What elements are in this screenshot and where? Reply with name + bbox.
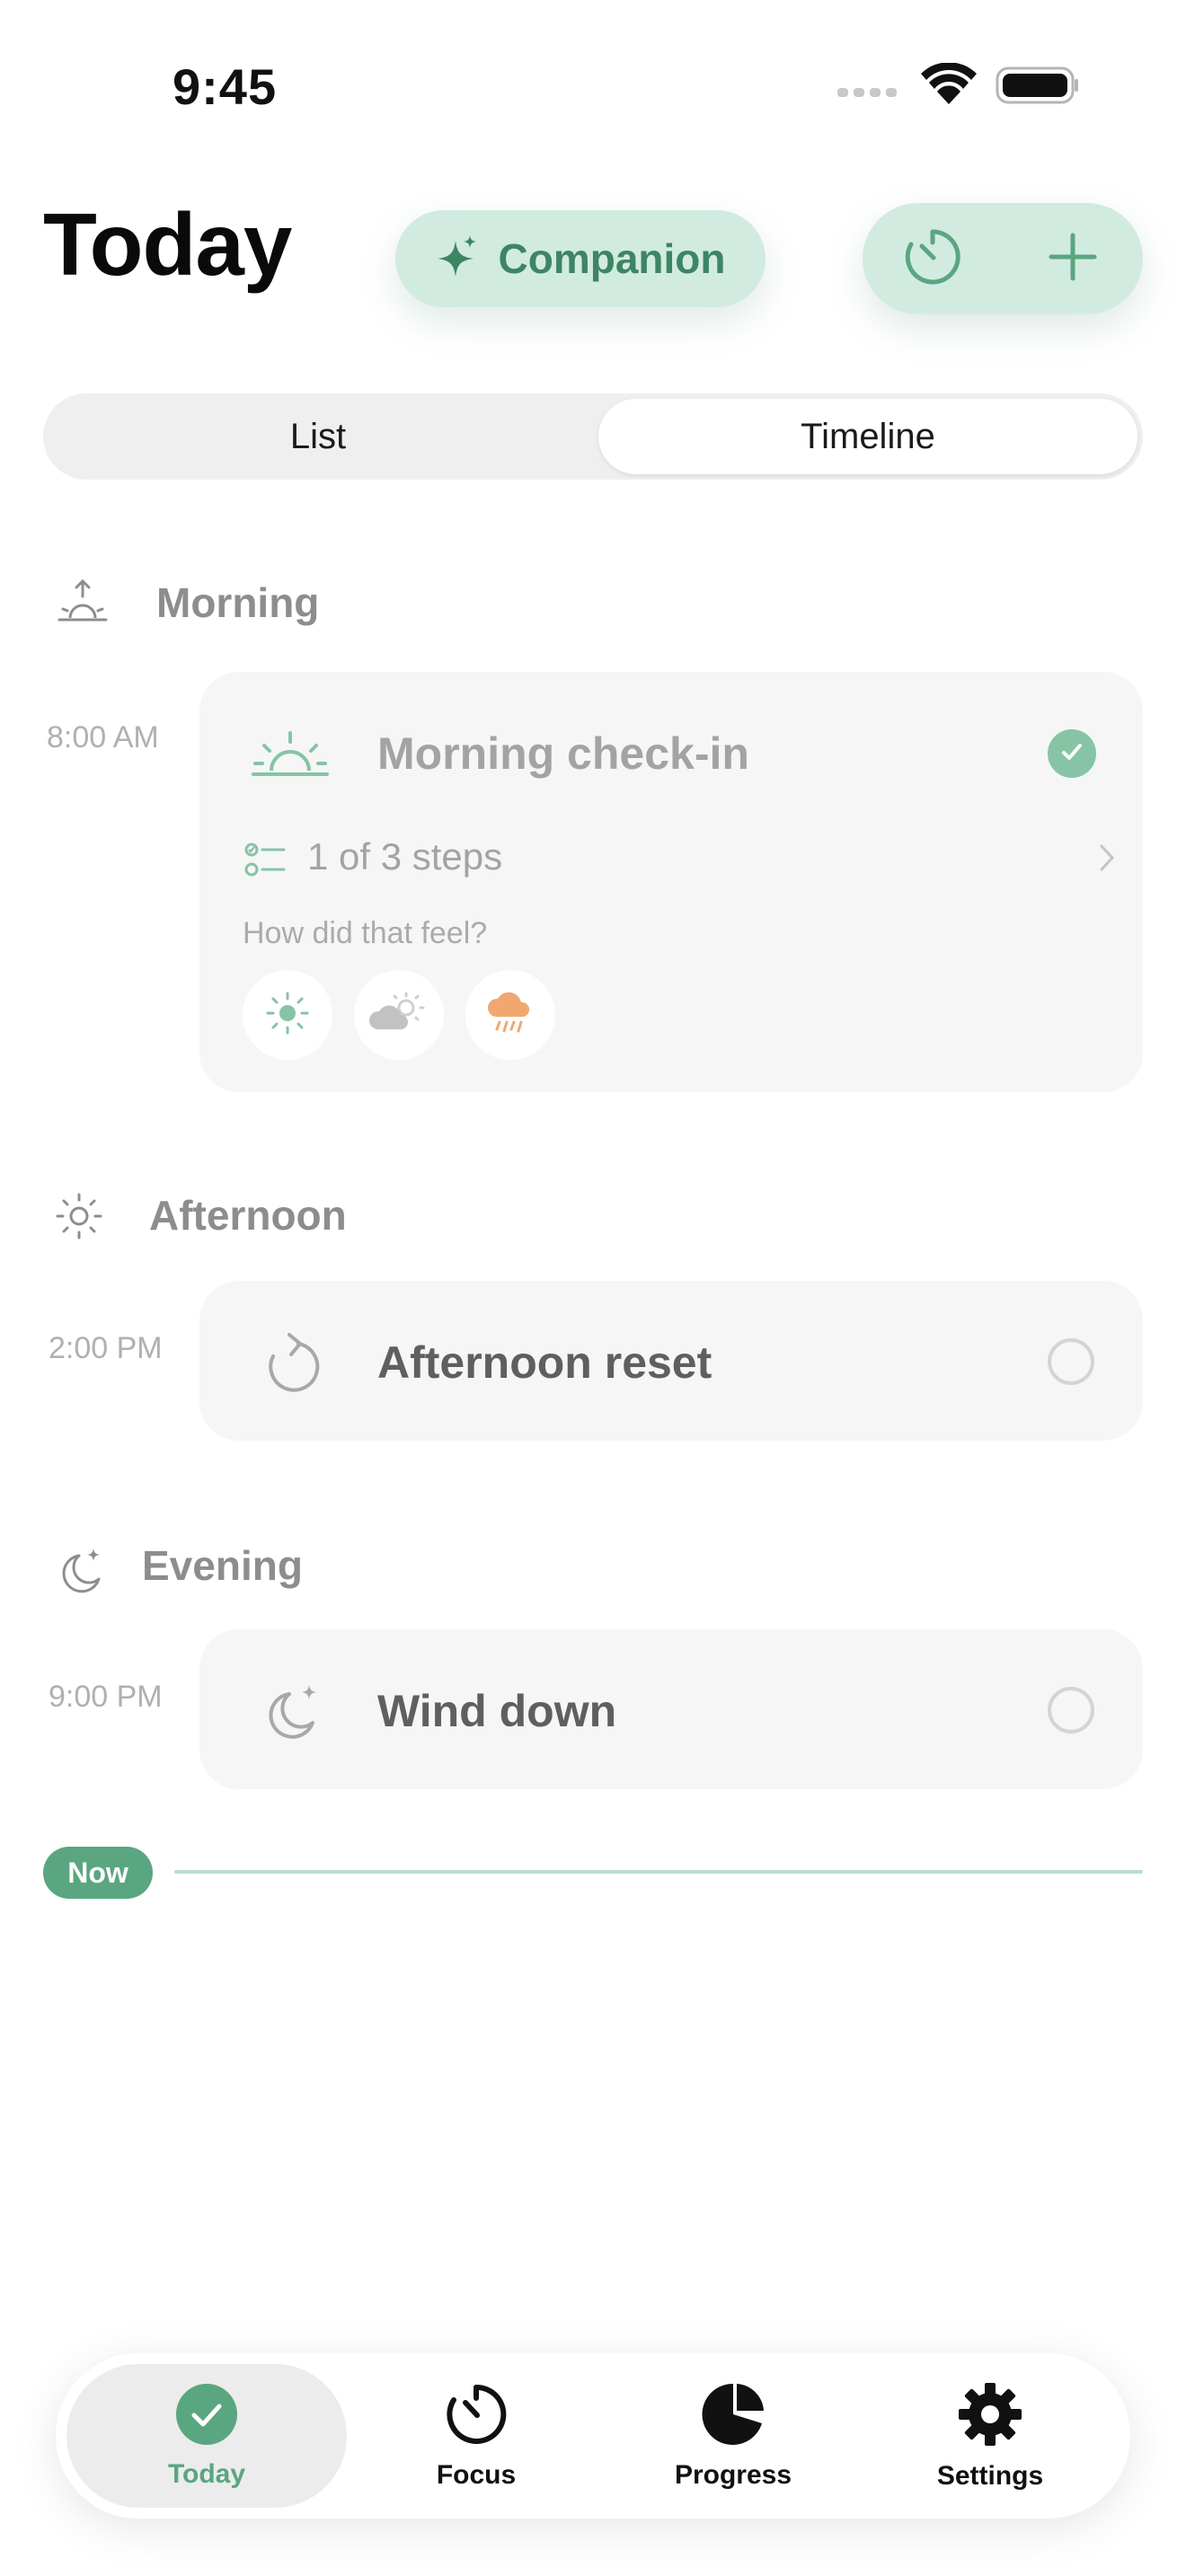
page-title: Today xyxy=(43,195,292,294)
time-label-evening: 9:00 PM xyxy=(49,1680,163,1714)
header-actions xyxy=(863,203,1143,314)
checkmark-icon xyxy=(1058,738,1085,770)
status-bar-icons xyxy=(836,62,1078,108)
mood-sunny-button[interactable] xyxy=(243,970,332,1060)
now-badge: Now xyxy=(43,1847,153,1899)
task-card-morning-check-in[interactable]: Morning check-in 1 of 3 steps How did th… xyxy=(199,672,1143,1092)
moon-stars-icon xyxy=(54,1543,108,1601)
feel-prompt: How did that feel? xyxy=(243,916,488,950)
add-task-button[interactable] xyxy=(1037,223,1109,295)
pie-chart-icon xyxy=(701,2382,766,2451)
task-complete-toggle[interactable] xyxy=(1048,1687,1094,1734)
task-title: Morning check-in xyxy=(377,728,749,779)
sun-icon xyxy=(54,1191,104,1246)
tab-focus[interactable]: Focus xyxy=(368,2364,584,2508)
partly-cloudy-icon xyxy=(368,990,429,1041)
task-title: Wind down xyxy=(377,1686,617,1736)
tab-label: Today xyxy=(167,2458,246,2489)
section-label-evening: Evening xyxy=(142,1542,303,1589)
wifi-icon xyxy=(921,62,977,104)
rain-cloud-icon xyxy=(485,988,535,1043)
tab-label: Settings xyxy=(936,2460,1044,2491)
tab-timeline[interactable]: Timeline xyxy=(598,399,1137,474)
tab-progress[interactable]: Progress xyxy=(625,2364,841,2508)
steps-progress: 1 of 3 steps xyxy=(307,835,503,878)
steps-row[interactable]: 1 of 3 steps xyxy=(244,834,1125,887)
check-circle-icon xyxy=(175,2383,238,2450)
battery-icon xyxy=(996,66,1078,104)
tab-today[interactable]: Today xyxy=(66,2364,347,2508)
companion-label: Companion xyxy=(498,235,726,282)
tab-label: Focus xyxy=(436,2459,517,2490)
sparkles-icon xyxy=(436,234,479,285)
checklist-icon xyxy=(244,841,288,885)
task-complete-toggle[interactable] xyxy=(1048,729,1096,778)
timer-icon xyxy=(900,225,965,294)
moon-stars-task-icon xyxy=(262,1680,325,1749)
chevron-right-icon xyxy=(1098,841,1118,879)
task-title: Afternoon reset xyxy=(377,1337,712,1388)
sunrise-task-icon xyxy=(252,729,329,784)
task-complete-toggle[interactable] xyxy=(1048,1338,1094,1385)
refresh-icon xyxy=(262,1331,322,1398)
status-bar-time: 9:45 xyxy=(173,58,278,115)
sunny-icon xyxy=(264,990,311,1041)
task-card-wind-down[interactable]: Wind down xyxy=(199,1629,1143,1789)
section-label-afternoon: Afternoon xyxy=(149,1192,347,1239)
time-label-morning: 8:00 AM xyxy=(47,720,159,754)
section-label-morning: Morning xyxy=(156,579,320,626)
now-line xyxy=(174,1870,1143,1874)
tab-label: Progress xyxy=(674,2459,792,2490)
gear-icon xyxy=(957,2381,1023,2452)
tab-bar: Today Focus Progress Settings xyxy=(56,2353,1130,2519)
sunrise-icon xyxy=(56,577,110,635)
timer-icon xyxy=(444,2382,509,2451)
plus-icon xyxy=(1044,228,1102,290)
tab-list[interactable]: List xyxy=(49,399,588,474)
focus-timer-button[interactable] xyxy=(897,223,969,295)
companion-button[interactable]: Companion xyxy=(395,210,766,307)
mood-partly-cloudy-button[interactable] xyxy=(354,970,444,1060)
cellular-signal-icon xyxy=(837,88,897,97)
tab-settings[interactable]: Settings xyxy=(882,2364,1098,2508)
time-label-afternoon: 2:00 PM xyxy=(49,1331,163,1365)
view-toggle: List Timeline xyxy=(43,393,1143,480)
mood-rainy-button[interactable] xyxy=(465,970,555,1060)
task-card-afternoon-reset[interactable]: Afternoon reset xyxy=(199,1281,1143,1441)
